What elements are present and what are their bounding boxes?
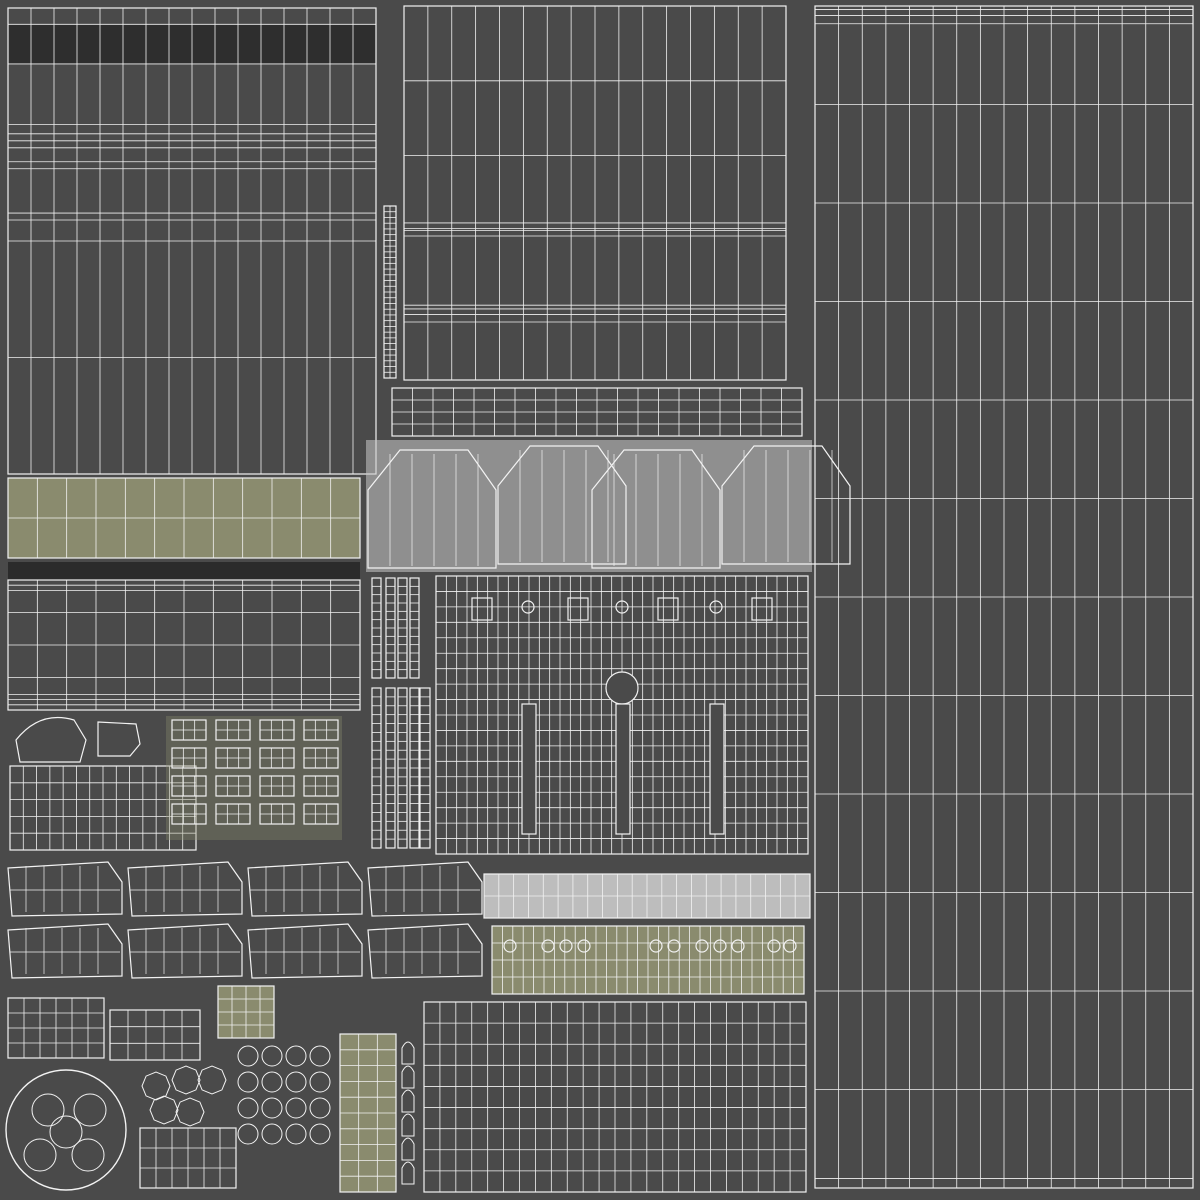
pillar-bg <box>366 440 812 572</box>
gate-grid <box>217 985 275 1039</box>
olive-panel <box>7 477 361 559</box>
facade-column <box>615 703 631 835</box>
header-strip <box>391 387 803 437</box>
facade-column <box>521 703 537 835</box>
uv-texture-map <box>0 0 1200 1200</box>
bright-strip <box>483 873 811 919</box>
uv-background <box>0 0 1200 1200</box>
window-frieze <box>491 925 805 995</box>
column-set <box>339 1033 397 1193</box>
dark-band <box>8 562 360 580</box>
facade-column-cap <box>605 671 639 705</box>
facade-column <box>709 703 725 835</box>
